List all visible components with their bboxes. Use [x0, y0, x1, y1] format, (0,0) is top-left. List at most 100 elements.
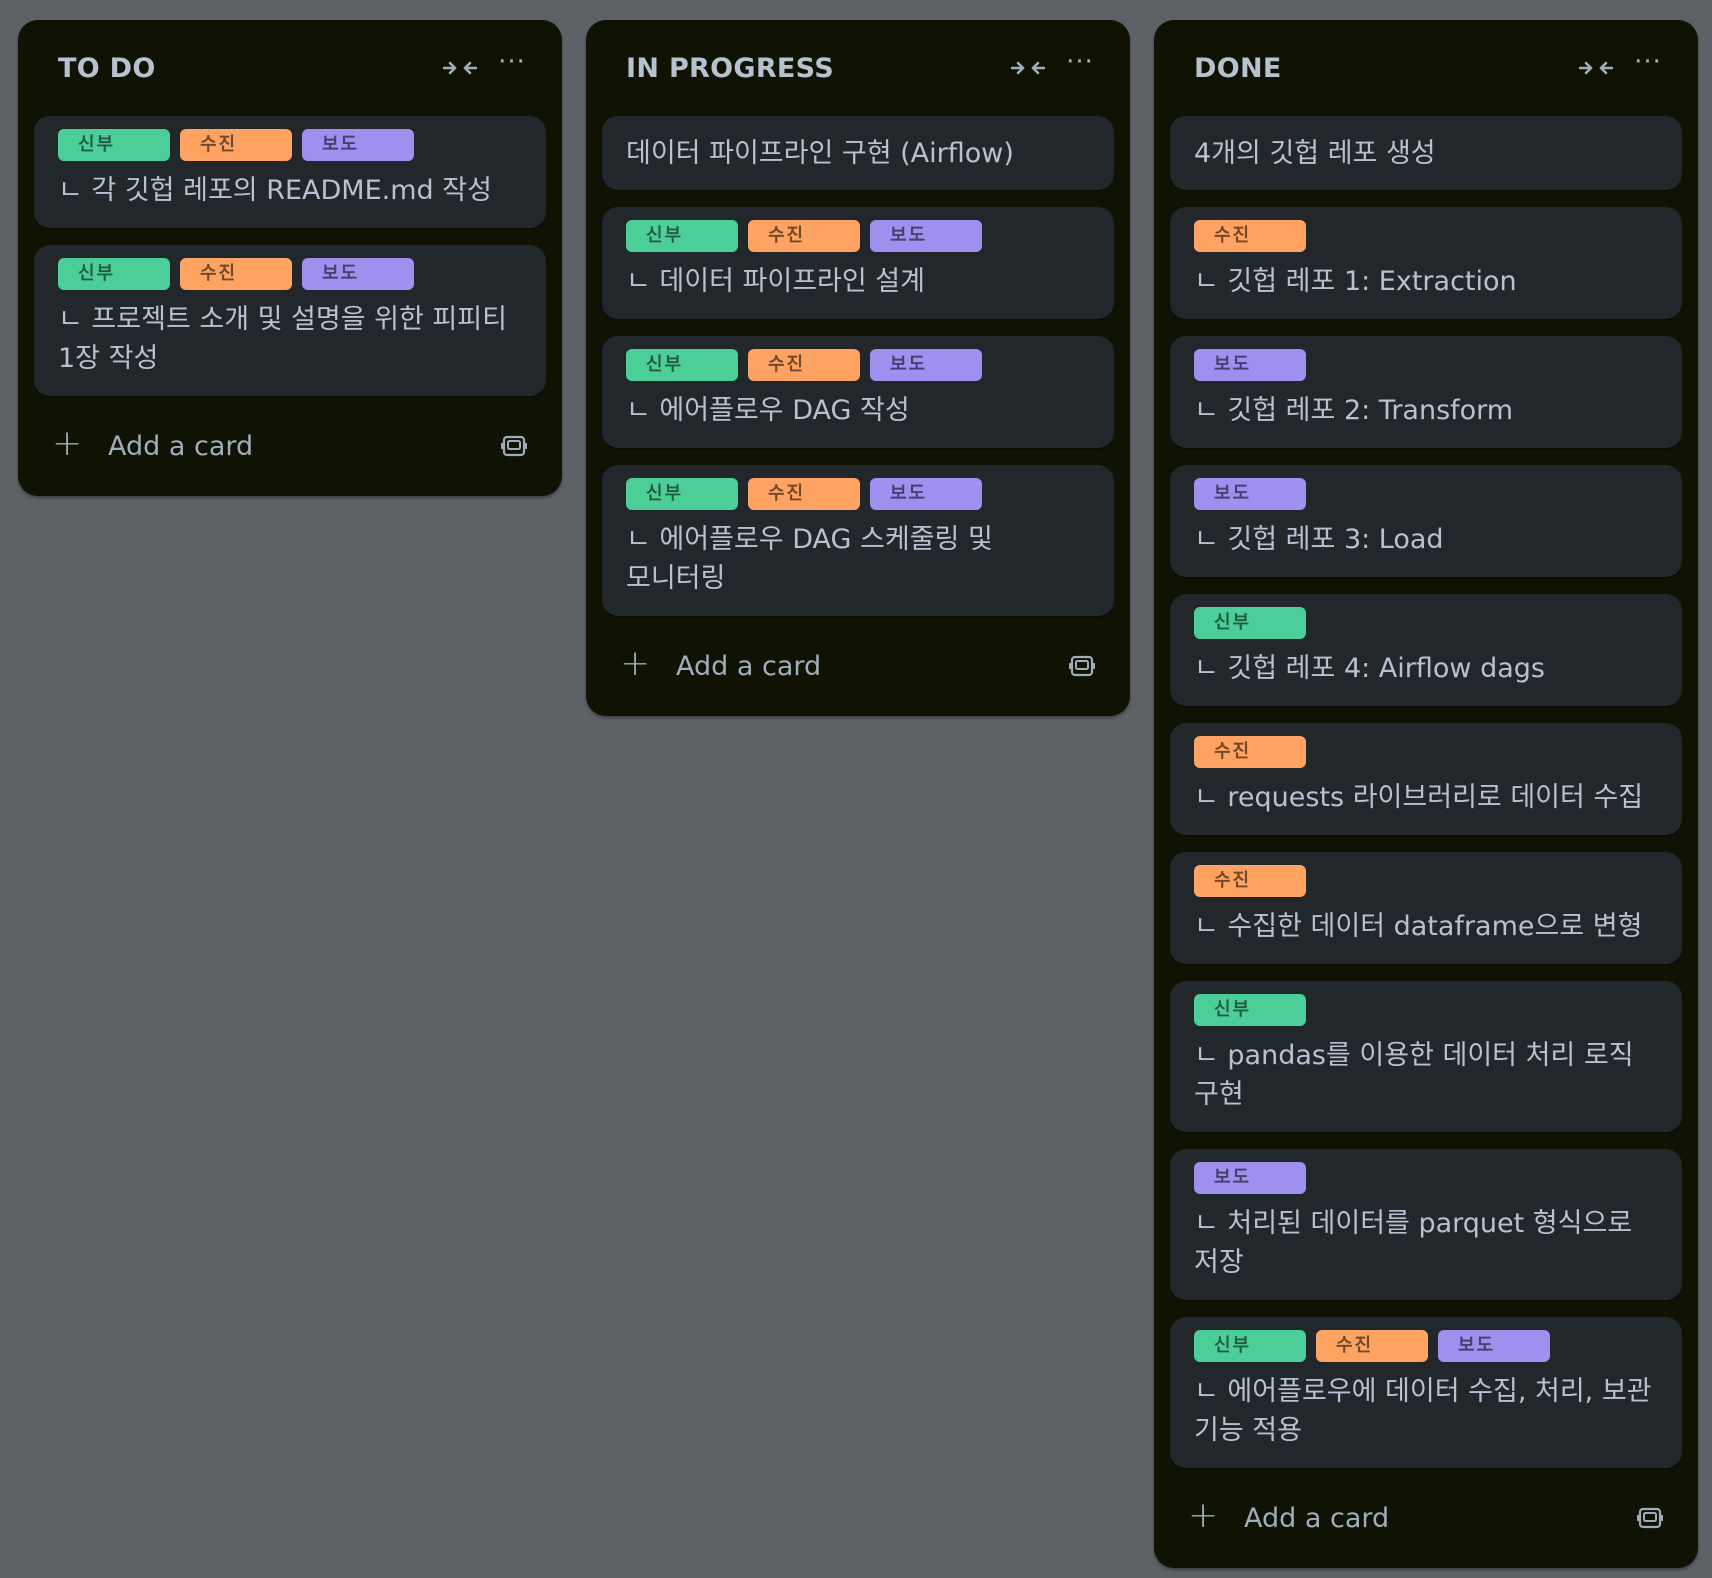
collapse-arrows-icon — [1579, 61, 1613, 75]
plus-icon: + — [52, 423, 83, 464]
card-title: ㄴ 에어플로우에 데이터 수집, 처리, 보관 기능 적용 — [1194, 1376, 1652, 1446]
label-text: 보도 — [1214, 483, 1252, 504]
label-orange[interactable]: 수진 — [180, 258, 292, 290]
card[interactable]: 신부 수진 보도 ㄴ 에어플로우에 데이터 수집, 처리, 보관 기능 적용 — [1170, 1317, 1682, 1468]
create-from-template-button[interactable] — [494, 426, 534, 466]
card-labels: 수진 — [1194, 865, 1658, 897]
label-text: 신부 — [78, 134, 116, 155]
label-text: 보도 — [322, 263, 360, 284]
card[interactable]: 신부 수진 보도 ㄴ 데이터 파이프라인 설계 — [602, 207, 1114, 319]
card[interactable]: 신부 수진 보도 ㄴ 에어플로우 DAG 작성 — [602, 336, 1114, 448]
list-title[interactable]: TO DO — [58, 53, 434, 84]
label-green[interactable]: 신부 — [626, 478, 738, 510]
board: TO DO ··· 신부 수진 보도 ㄴ 각 깃헙 레포의 README.md 작성 신… — [18, 20, 1698, 1568]
label-orange[interactable]: 수진 — [748, 349, 860, 381]
list-done: DONE ··· 4개의 깃헙 레포 생성수진 ㄴ 깃헙 레포 1: Extrac… — [1154, 20, 1698, 1568]
create-from-template-button[interactable] — [1062, 646, 1102, 686]
card[interactable]: 데이터 파이프라인 구현 (Airflow) — [602, 116, 1114, 190]
label-orange[interactable]: 수진 — [748, 478, 860, 510]
label-text: 수진 — [1214, 870, 1252, 891]
card[interactable]: 수진 ㄴ 수집한 데이터 dataframe으로 변형 — [1170, 852, 1682, 964]
card-labels: 신부 수진 보도 — [626, 220, 1090, 252]
label-text: 보도 — [322, 134, 360, 155]
card[interactable]: 보도 ㄴ 처리된 데이터를 parquet 형식으로 저장 — [1170, 1149, 1682, 1300]
collapse-list-button[interactable] — [1570, 46, 1622, 90]
more-dots-icon: ··· — [1634, 47, 1662, 77]
card-template-icon — [501, 435, 527, 457]
card-title: ㄴ 깃헙 레포 1: Extraction — [1194, 266, 1517, 297]
add-card-button[interactable]: + Add a card — [1170, 1482, 1682, 1554]
card-labels: 보도 — [1194, 349, 1658, 381]
label-text: 수진 — [200, 263, 238, 284]
label-orange[interactable]: 수진 — [1194, 865, 1306, 897]
label-green[interactable]: 신부 — [1194, 607, 1306, 639]
label-text: 신부 — [1214, 612, 1252, 633]
add-card-button[interactable]: + Add a card — [602, 630, 1114, 702]
card[interactable]: 신부 ㄴ 깃헙 레포 4: Airflow dags — [1170, 594, 1682, 706]
card-labels: 보도 — [1194, 478, 1658, 510]
collapse-list-button[interactable] — [434, 46, 486, 90]
card[interactable]: 4개의 깃헙 레포 생성 — [1170, 116, 1682, 190]
label-green[interactable]: 신부 — [1194, 1330, 1306, 1362]
list-title[interactable]: IN PROGRESS — [626, 53, 1002, 84]
label-orange[interactable]: 수진 — [1194, 736, 1306, 768]
card[interactable]: 신부 수진 보도 ㄴ 에어플로우 DAG 스케줄링 및 모니터링 — [602, 465, 1114, 616]
label-text: 수진 — [1214, 741, 1252, 762]
card-labels: 신부 수진 보도 — [1194, 1330, 1658, 1362]
label-green[interactable]: 신부 — [58, 129, 170, 161]
label-purple[interactable]: 보도 — [870, 349, 982, 381]
card-title: 데이터 파이프라인 구현 (Airflow) — [626, 138, 1014, 169]
collapse-list-button[interactable] — [1002, 46, 1054, 90]
list-header: DONE ··· — [1170, 20, 1682, 116]
card[interactable]: 보도 ㄴ 깃헙 레포 2: Transform — [1170, 336, 1682, 448]
label-purple[interactable]: 보도 — [870, 478, 982, 510]
card-title: ㄴ 수집한 데이터 dataframe으로 변형 — [1194, 911, 1643, 942]
label-green[interactable]: 신부 — [58, 258, 170, 290]
create-from-template-button[interactable] — [1630, 1498, 1670, 1538]
label-green[interactable]: 신부 — [626, 220, 738, 252]
card-template-icon — [1069, 655, 1095, 677]
card[interactable]: 수진 ㄴ requests 라이브러리로 데이터 수집 — [1170, 723, 1682, 835]
list-title[interactable]: DONE — [1194, 53, 1570, 84]
label-purple[interactable]: 보도 — [1194, 1162, 1306, 1194]
card-list: 4개의 깃헙 레포 생성 수진 ㄴ 깃헙 레포 1: Extraction 보도 ㄴ 깃… — [1170, 116, 1682, 1468]
label-purple[interactable]: 보도 — [302, 258, 414, 290]
card-labels: 수진 — [1194, 736, 1658, 768]
label-orange[interactable]: 수진 — [748, 220, 860, 252]
card[interactable]: 보도 ㄴ 깃헙 레포 3: Load — [1170, 465, 1682, 577]
label-text: 보도 — [1214, 354, 1252, 375]
label-purple[interactable]: 보도 — [870, 220, 982, 252]
card[interactable]: 신부 수진 보도 ㄴ 각 깃헙 레포의 README.md 작성 — [34, 116, 546, 228]
label-text: 보도 — [890, 225, 928, 246]
card[interactable]: 신부 수진 보도 ㄴ 프로젝트 소개 및 설명을 위한 피피티 1장 작성 — [34, 245, 546, 396]
label-purple[interactable]: 보도 — [1194, 349, 1306, 381]
label-text: 수진 — [768, 225, 806, 246]
label-green[interactable]: 신부 — [626, 349, 738, 381]
label-orange[interactable]: 수진 — [180, 129, 292, 161]
label-orange[interactable]: 수진 — [1194, 220, 1306, 252]
collapse-arrows-icon — [443, 61, 477, 75]
card[interactable]: 신부 ㄴ pandas를 이용한 데이터 처리 로직 구현 — [1170, 981, 1682, 1132]
list-menu-button[interactable]: ··· — [1054, 46, 1106, 90]
card[interactable]: 수진 ㄴ 깃헙 레포 1: Extraction — [1170, 207, 1682, 319]
card-labels: 수진 — [1194, 220, 1658, 252]
add-card-label: Add a card — [108, 430, 254, 462]
card-title: ㄴ 깃헙 레포 4: Airflow dags — [1194, 653, 1545, 684]
label-text: 신부 — [78, 263, 116, 284]
list-menu-button[interactable]: ··· — [1622, 46, 1674, 90]
collapse-arrows-icon — [1011, 61, 1045, 75]
card-list: 신부 수진 보도 ㄴ 각 깃헙 레포의 README.md 작성 신부 수진 보도 ㄴ 프로젝… — [34, 116, 546, 396]
plus-icon: + — [620, 643, 651, 684]
label-text: 보도 — [890, 483, 928, 504]
label-purple[interactable]: 보도 — [302, 129, 414, 161]
list-menu-button[interactable]: ··· — [486, 46, 538, 90]
add-card-button[interactable]: + Add a card — [34, 410, 546, 482]
label-purple[interactable]: 보도 — [1438, 1330, 1550, 1362]
label-green[interactable]: 신부 — [1194, 994, 1306, 1026]
label-purple[interactable]: 보도 — [1194, 478, 1306, 510]
label-orange[interactable]: 수진 — [1316, 1330, 1428, 1362]
label-text: 보도 — [1458, 1335, 1496, 1356]
card-title: ㄴ 각 깃헙 레포의 README.md 작성 — [58, 175, 492, 206]
card-labels: 신부 수진 보도 — [626, 349, 1090, 381]
card-title: ㄴ 프로젝트 소개 및 설명을 위한 피피티 1장 작성 — [58, 304, 507, 374]
